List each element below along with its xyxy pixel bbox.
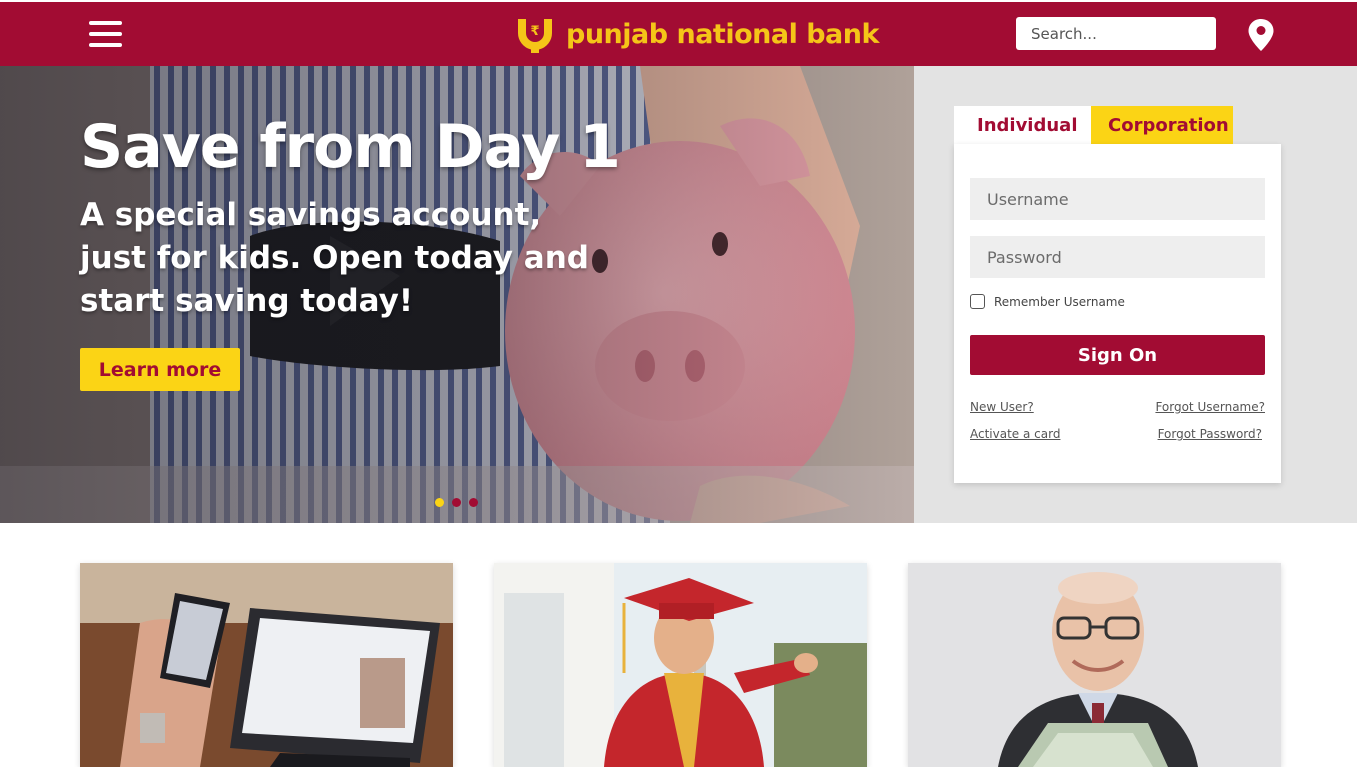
remember-label: Remember Username xyxy=(994,294,1125,309)
remember-checkbox[interactable] xyxy=(970,294,985,309)
menu-icon[interactable] xyxy=(89,19,122,49)
username-field[interactable] xyxy=(970,178,1265,220)
menu-bar xyxy=(89,21,122,25)
senior-with-money-photo xyxy=(908,563,1281,767)
sign-on-button[interactable]: Sign On xyxy=(970,335,1265,375)
menu-bar xyxy=(89,32,122,36)
carousel-indicators xyxy=(435,498,478,507)
new-user-link[interactable]: New User? xyxy=(970,400,1034,414)
carousel-dot-3[interactable] xyxy=(469,498,478,507)
svg-text:₹: ₹ xyxy=(530,24,539,39)
laptop-and-phone-photo xyxy=(80,563,453,767)
forgot-password-link[interactable]: Forgot Password? xyxy=(1158,427,1262,441)
search-input[interactable] xyxy=(1016,17,1216,50)
forgot-username-link[interactable]: Forgot Username? xyxy=(1155,400,1265,414)
password-field[interactable] xyxy=(970,236,1265,278)
hero-title: Save from Day 1 xyxy=(80,112,621,182)
graduate-photo xyxy=(494,563,867,767)
promo-card-senior[interactable] xyxy=(908,563,1281,767)
rupee-logo-icon: ₹ xyxy=(518,19,552,53)
brand-name: punjab national bank xyxy=(566,18,879,50)
hero-banner: Save from Day 1 A special savings accoun… xyxy=(0,66,914,523)
menu-bar xyxy=(89,43,122,47)
activate-card-link[interactable]: Activate a card xyxy=(970,427,1060,441)
hero-subtitle: A special savings account, just for kids… xyxy=(80,197,589,319)
remember-username[interactable]: Remember Username xyxy=(970,294,1125,309)
login-panel: Individual Corporation Remember Username… xyxy=(914,66,1357,523)
promo-card-laptop[interactable] xyxy=(80,563,453,767)
login-tabs: Individual Corporation xyxy=(954,106,1233,144)
login-form: Remember Username Sign On New User? Forg… xyxy=(954,144,1281,483)
learn-more-button[interactable]: Learn more xyxy=(80,348,240,391)
carousel-dot-1[interactable] xyxy=(435,498,444,507)
promo-card-graduate[interactable] xyxy=(494,563,867,767)
tab-corporation[interactable]: Corporation xyxy=(1091,106,1233,144)
brand-logo[interactable]: ₹ punjab national bank xyxy=(516,14,879,54)
tab-individual[interactable]: Individual xyxy=(954,106,1091,144)
location-pin-icon[interactable] xyxy=(1247,18,1275,52)
site-header: ₹ punjab national bank xyxy=(0,2,1357,66)
carousel-dot-2[interactable] xyxy=(452,498,461,507)
